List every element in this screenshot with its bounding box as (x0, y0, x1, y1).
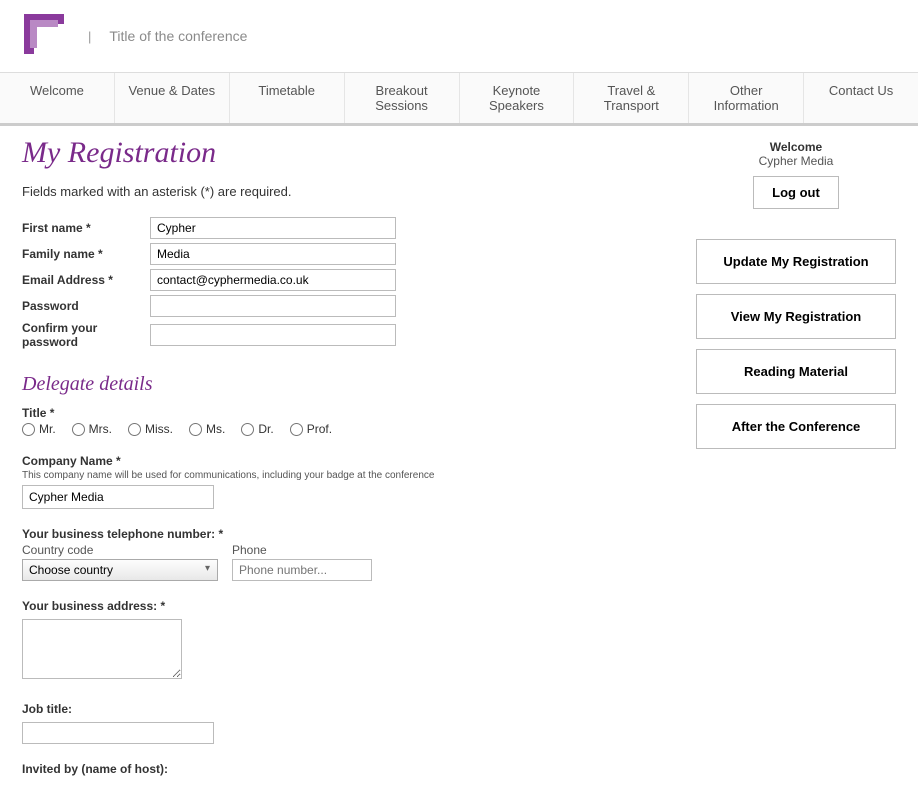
nav-welcome[interactable]: Welcome (0, 73, 115, 123)
address-textarea[interactable] (22, 619, 182, 679)
nav-breakout-sessions[interactable]: Breakout Sessions (345, 73, 460, 123)
nav-keynote-speakers[interactable]: Keynote Speakers (460, 73, 575, 123)
nav-other-information[interactable]: Other Information (689, 73, 804, 123)
phone-input[interactable] (232, 559, 372, 581)
password-label: Password (22, 299, 150, 313)
title-radio-ms[interactable] (189, 423, 202, 436)
title-radio-mrs[interactable] (72, 423, 85, 436)
title-option-ms: Ms. (206, 422, 225, 436)
update-registration-button[interactable]: Update My Registration (696, 239, 896, 284)
country-code-label: Country code (22, 543, 218, 557)
title-label: Title * (22, 406, 666, 420)
confirm-password-input[interactable] (150, 324, 396, 346)
email-input[interactable] (150, 269, 396, 291)
title-radio-mr[interactable] (22, 423, 35, 436)
header-divider: | (88, 29, 91, 44)
after-conference-button[interactable]: After the Conference (696, 404, 896, 449)
phone-section-label: Your business telephone number: * (22, 527, 666, 541)
family-name-input[interactable] (150, 243, 396, 265)
family-name-label: Family name * (22, 247, 150, 261)
page-title: My Registration (22, 136, 666, 170)
company-input[interactable] (22, 485, 214, 509)
invited-by-label: Invited by (name of host): (22, 762, 666, 776)
delegate-section-title: Delegate details (22, 373, 666, 396)
confirm-password-label: Confirm your password (22, 321, 150, 349)
company-label: Company Name * (22, 454, 666, 468)
welcome-label: Welcome (770, 140, 822, 154)
logo-icon (22, 12, 70, 60)
title-radio-miss[interactable] (128, 423, 141, 436)
nav-contact-us[interactable]: Contact Us (804, 73, 918, 123)
title-radio-prof[interactable] (290, 423, 303, 436)
view-registration-button[interactable]: View My Registration (696, 294, 896, 339)
sidebar-welcome: Welcome (696, 140, 896, 154)
title-radio-dr[interactable] (241, 423, 254, 436)
sidebar-user-name: Cypher Media (696, 154, 896, 168)
header-title: Title of the conference (109, 28, 247, 44)
required-note: Fields marked with an asterisk (*) are r… (22, 184, 666, 199)
title-option-mrs: Mrs. (89, 422, 112, 436)
country-code-select[interactable]: Choose country (22, 559, 218, 581)
title-option-prof: Prof. (307, 422, 332, 436)
address-label: Your business address: * (22, 599, 666, 613)
password-input[interactable] (150, 295, 396, 317)
first-name-input[interactable] (150, 217, 396, 239)
title-option-dr: Dr. (258, 422, 273, 436)
reading-material-button[interactable]: Reading Material (696, 349, 896, 394)
job-title-label: Job title: (22, 702, 666, 716)
email-label: Email Address * (22, 273, 150, 287)
nav-travel-transport[interactable]: Travel & Transport (574, 73, 689, 123)
title-option-mr: Mr. (39, 422, 56, 436)
phone-label: Phone (232, 543, 372, 557)
first-name-label: First name * (22, 221, 150, 235)
title-option-miss: Miss. (145, 422, 173, 436)
job-title-input[interactable] (22, 722, 214, 744)
nav-venue-dates[interactable]: Venue & Dates (115, 73, 230, 123)
title-radio-group: Mr. Mrs. Miss. Ms. Dr. Prof. (22, 422, 666, 436)
logout-button[interactable]: Log out (753, 176, 839, 209)
nav-timetable[interactable]: Timetable (230, 73, 345, 123)
company-hint: This company name will be used for commu… (22, 470, 666, 481)
main-nav: Welcome Venue & Dates Timetable Breakout… (0, 72, 918, 126)
